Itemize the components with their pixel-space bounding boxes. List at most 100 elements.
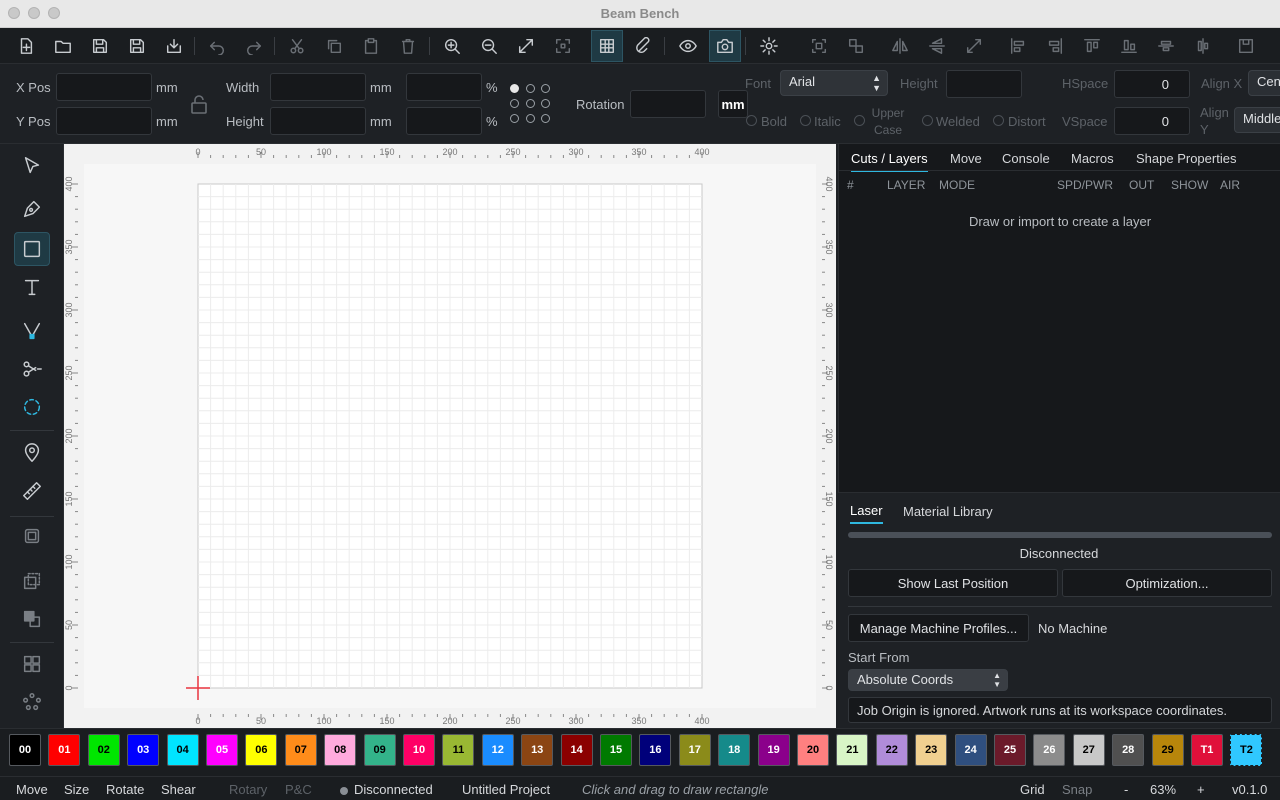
open-folder-icon[interactable] (47, 30, 79, 62)
color-swatch-25[interactable]: 25 (994, 734, 1026, 766)
circular-array-icon[interactable] (14, 685, 50, 719)
color-swatch-01[interactable]: 01 (48, 734, 81, 766)
status-move[interactable]: Move (16, 782, 48, 797)
color-swatch-10[interactable]: 10 (403, 734, 435, 766)
status-grid-toggle[interactable]: Grid (1020, 782, 1045, 797)
weld-tool-icon[interactable] (14, 519, 50, 553)
workspace-canvas[interactable]: 0 0 0 0 50 50 50 50 100 100 100 100 150 150 150 150 200 2… (64, 144, 836, 728)
delete-icon[interactable] (392, 30, 424, 62)
tab-macros[interactable]: Macros (1071, 147, 1114, 170)
anchor-top-left[interactable] (510, 84, 519, 93)
unit-toggle-button[interactable]: mm (718, 90, 748, 118)
export-icon[interactable] (1230, 30, 1262, 62)
manage-machine-profiles-button[interactable]: Manage Machine Profiles... (848, 614, 1029, 642)
lock-ratio-icon[interactable] (190, 94, 208, 117)
anchor-bottom-right[interactable] (541, 114, 550, 123)
color-swatch-06[interactable]: 06 (245, 734, 278, 766)
align-x-select[interactable]: Cen (1248, 70, 1280, 96)
rotation-input[interactable] (630, 90, 706, 118)
color-swatch-05[interactable]: 05 (206, 734, 238, 766)
anchor-center[interactable] (526, 99, 535, 108)
status-snap-toggle[interactable]: Snap (1062, 782, 1092, 797)
color-swatch-23[interactable]: 23 (915, 734, 948, 766)
preview-icon[interactable] (672, 30, 704, 62)
frame-icon[interactable] (547, 30, 579, 62)
align-right-icon[interactable] (1039, 30, 1071, 62)
distort-checkbox[interactable] (993, 115, 1004, 126)
fit-view-icon[interactable] (510, 30, 542, 62)
xpos-input[interactable] (56, 73, 152, 101)
zoom-in-icon[interactable] (436, 30, 468, 62)
optimization-button[interactable]: Optimization... (1062, 569, 1272, 597)
center-horizontal-icon[interactable] (1150, 30, 1182, 62)
copy-icon[interactable] (318, 30, 350, 62)
anchor-middle-right[interactable] (541, 99, 550, 108)
undo-icon[interactable] (201, 30, 233, 62)
font-select[interactable]: Arial ▲ ▼ (780, 70, 888, 96)
cut-icon[interactable] (281, 30, 313, 62)
anchor-top-center[interactable] (526, 84, 535, 93)
status-pc[interactable]: P&C (285, 782, 312, 797)
color-swatch-24[interactable]: 24 (954, 734, 987, 766)
node-edit-tool-icon[interactable] (14, 314, 50, 348)
color-swatch-22[interactable]: 22 (875, 734, 908, 766)
offset-tool-icon[interactable] (14, 390, 50, 424)
grid-icon[interactable] (591, 30, 623, 62)
width-percent-input[interactable] (406, 73, 482, 101)
tab-material-library[interactable]: Material Library (903, 500, 993, 523)
color-swatch-29[interactable]: 29 (1151, 734, 1184, 766)
color-swatch-26[interactable]: 26 (1033, 734, 1066, 766)
tab-cuts-layers[interactable]: Cuts / Layers (851, 147, 928, 172)
trim-tool-icon[interactable] (14, 352, 50, 386)
zoom-out-button[interactable]: - (1124, 782, 1128, 797)
select-tool-icon[interactable] (14, 149, 50, 183)
upper-case-checkbox[interactable] (854, 115, 865, 126)
color-swatch-21[interactable]: 21 (836, 734, 869, 766)
zoom-out-icon[interactable] (473, 30, 505, 62)
color-swatch-16[interactable]: 16 (639, 734, 672, 766)
height-percent-input[interactable] (406, 107, 482, 135)
start-from-select[interactable]: Absolute Coords ▲ ▼ (848, 669, 1008, 691)
array-tool-icon[interactable] (14, 564, 50, 598)
tab-laser[interactable]: Laser (850, 499, 883, 524)
color-swatch-t1[interactable]: T1 (1191, 734, 1223, 766)
color-swatch-t2[interactable]: T2 (1230, 734, 1263, 766)
status-rotate[interactable]: Rotate (106, 782, 144, 797)
settings-icon[interactable] (753, 30, 785, 62)
italic-checkbox[interactable] (800, 115, 811, 126)
camera-icon[interactable] (709, 30, 741, 62)
welded-checkbox[interactable] (922, 115, 933, 126)
color-swatch-17[interactable]: 17 (678, 734, 711, 766)
anchor-bottom-center[interactable] (526, 114, 535, 123)
color-swatch-27[interactable]: 27 (1072, 734, 1105, 766)
pen-tool-icon[interactable] (14, 192, 50, 226)
color-swatch-11[interactable]: 11 (442, 734, 475, 766)
height-input[interactable] (270, 107, 366, 135)
tab-move[interactable]: Move (950, 147, 982, 170)
position-marker-icon[interactable] (14, 436, 50, 470)
color-swatch-08[interactable]: 08 (324, 734, 357, 766)
anchor-bottom-left[interactable] (510, 114, 519, 123)
color-swatch-15[interactable]: 15 (600, 734, 632, 766)
new-file-icon[interactable] (10, 30, 42, 62)
measure-tool-icon[interactable] (14, 474, 50, 508)
paste-icon[interactable] (355, 30, 387, 62)
color-swatch-18[interactable]: 18 (718, 734, 751, 766)
color-swatch-28[interactable]: 28 (1112, 734, 1145, 766)
ypos-input[interactable] (56, 107, 152, 135)
import-icon[interactable] (158, 30, 190, 62)
flip-vertical-icon[interactable] (921, 30, 953, 62)
color-swatch-19[interactable]: 19 (757, 734, 790, 766)
bold-checkbox[interactable] (746, 115, 757, 126)
color-swatch-03[interactable]: 03 (127, 734, 160, 766)
save-as-icon[interactable] (121, 30, 153, 62)
vspace-input[interactable]: 0 (1114, 107, 1190, 135)
flip-horizontal-icon[interactable] (884, 30, 916, 62)
boolean-tool-icon[interactable] (14, 602, 50, 636)
zoom-in-button[interactable]: + (1197, 782, 1205, 797)
workspace-svg[interactable]: 0 0 0 0 50 50 50 50 100 100 100 100 150 150 150 150 200 2… (64, 144, 836, 728)
show-last-position-button[interactable]: Show Last Position (848, 569, 1058, 597)
magnet-icon[interactable] (628, 30, 660, 62)
save-icon[interactable] (84, 30, 116, 62)
tab-shape-properties[interactable]: Shape Properties (1136, 147, 1236, 170)
